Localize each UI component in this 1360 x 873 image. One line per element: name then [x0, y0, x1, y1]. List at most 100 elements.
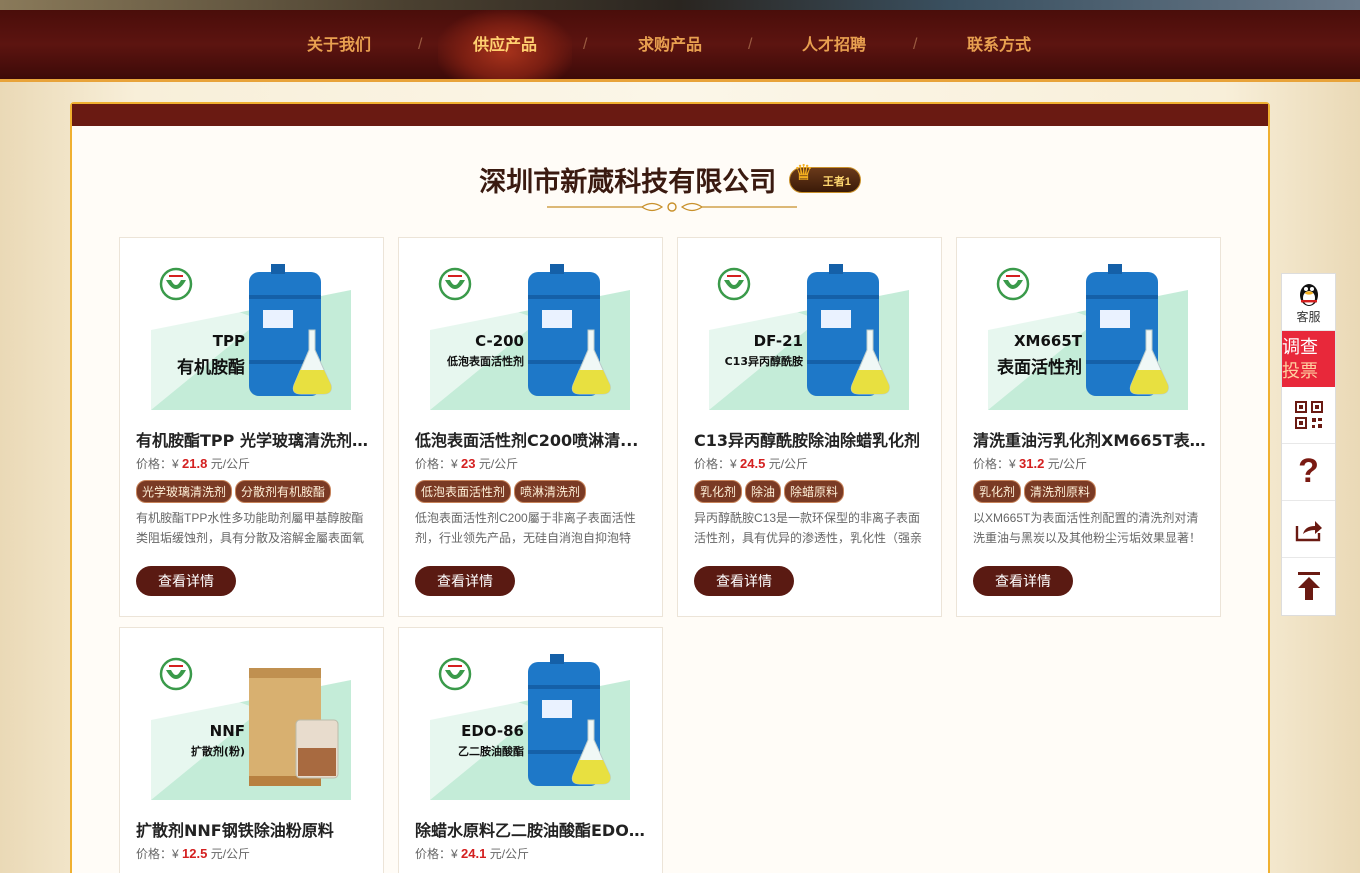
- price-unit: 元/公斤: [210, 457, 251, 471]
- company-header: 深圳市新蒇科技有限公司 ♛ 王者1: [72, 160, 1268, 199]
- nav-supply-products[interactable]: 供应产品: [438, 10, 572, 79]
- main-nav: 关于我们 / 供应产品 / 求购产品 / 人才招聘 / 联系方式: [0, 10, 1360, 82]
- product-image-name: 乙二胺油酸酯: [458, 745, 524, 758]
- product-price: 价格：¥ 21.8 元/公斤: [136, 455, 250, 472]
- qrcode-button[interactable]: [1282, 387, 1335, 444]
- price-value: 31.2: [1019, 456, 1045, 471]
- price-unit: 元/公斤: [1047, 457, 1088, 471]
- survey-vote-button[interactable]: 调查 投票: [1282, 331, 1335, 387]
- view-details-button[interactable]: 查看详情: [415, 566, 515, 596]
- product-title[interactable]: 低泡表面活性剂C200喷淋清...: [415, 427, 648, 451]
- qq-penguin-icon: [1300, 284, 1318, 306]
- product-price: 价格：¥ 12.5 元/公斤: [136, 845, 250, 862]
- product-tags: 低泡表面活性剂 喷淋清洗剂: [415, 480, 655, 503]
- price-value: 21.8: [182, 456, 208, 471]
- product-image[interactable]: XM665T 表面活性剂: [988, 260, 1188, 410]
- qrcode-icon: [1295, 401, 1323, 429]
- nav-contact[interactable]: 联系方式: [967, 10, 1031, 79]
- share-button[interactable]: [1282, 501, 1335, 558]
- product-description: 以XM665T为表面活性剂配置的清洗剂对清洗重油与黑炭以及其他粉尘污垢效果显著！: [973, 511, 1202, 545]
- product-tag[interactable]: 喷淋清洗剂: [514, 480, 587, 503]
- back-to-top-button[interactable]: [1282, 558, 1335, 615]
- product-price: 价格：¥ 23 元/公斤: [415, 455, 518, 472]
- rank-badge-text: 王者1: [822, 175, 851, 188]
- product-description: 低泡表面活性剂C200屬于非离子表面活性剂，行业领先产品，无硅自消泡自抑泡特: [415, 511, 636, 545]
- price-value: 23: [461, 456, 476, 471]
- help-icon: ?: [1298, 452, 1319, 490]
- product-title[interactable]: C13异丙醇酰胺除油除蜡乳化剂: [694, 427, 927, 451]
- product-tags: 光学玻璃清洗剂 分散剂有机胺酯: [136, 480, 376, 503]
- nav-separator: /: [418, 36, 423, 53]
- product-title[interactable]: 扩散剂NNF钢铁除油粉原料: [136, 817, 369, 841]
- product-title[interactable]: 除蜡水原料乙二胺油酸酯EDO86: [415, 817, 648, 841]
- nav-separator: /: [913, 36, 918, 53]
- product-image[interactable]: C-200 低泡表面活性剂: [430, 260, 630, 410]
- nav-recruitment[interactable]: 人才招聘: [802, 10, 866, 79]
- product-tags: 乳化剂 除油 除蜡原料: [694, 480, 934, 503]
- customer-service-label: 客服: [1296, 310, 1321, 324]
- nav-about[interactable]: 关于我们: [307, 10, 371, 79]
- customer-service-button[interactable]: 客服: [1282, 274, 1335, 331]
- price-value: 12.5: [182, 846, 208, 861]
- product-image-name: 低泡表面活性剂: [447, 355, 524, 368]
- product-image-code: EDO-86: [461, 722, 524, 740]
- price-unit: 元/公斤: [489, 847, 530, 861]
- product-image[interactable]: TPP 有机胺酯: [151, 260, 351, 410]
- product-image-code: DF-21: [753, 332, 803, 350]
- product-image-name: 扩散剂(粉): [190, 745, 245, 758]
- product-tag[interactable]: 分散剂有机胺酯: [235, 480, 332, 503]
- nav-separator: /: [748, 36, 753, 53]
- product-tags: 乳化剂 清洗剂原料: [973, 480, 1213, 503]
- title-ornament: [547, 202, 797, 212]
- price-label: 价格：¥: [694, 457, 737, 471]
- header-banner-strip: [0, 0, 1360, 10]
- product-image-name: 有机胺酯: [177, 358, 245, 378]
- product-title[interactable]: 有机胺酯TPP 光学玻璃清洗剂...: [136, 427, 369, 451]
- vote-label-line2: 投票: [1282, 361, 1318, 381]
- company-name[interactable]: 深圳市新蒇科技有限公司: [479, 167, 776, 198]
- panel-header-bar: [72, 104, 1268, 126]
- price-unit: 元/公斤: [478, 457, 519, 471]
- product-tag[interactable]: 光学玻璃清洗剂: [136, 480, 233, 503]
- rank-badge: ♛ 王者1: [788, 160, 861, 193]
- nav-separator: /: [583, 36, 588, 53]
- product-card[interactable]: TPP 有机胺酯 有机胺酯TPP 光学玻璃清洗剂... 价格：¥ 21.8 元/…: [119, 237, 384, 617]
- product-card[interactable]: DF-21 C13异丙醇酰胺 C13异丙醇酰胺除油除蜡乳化剂 价格：¥ 24.5…: [677, 237, 942, 617]
- product-card[interactable]: C-200 低泡表面活性剂 低泡表面活性剂C200喷淋清... 价格：¥ 23 …: [398, 237, 663, 617]
- nav-purchase-products[interactable]: 求购产品: [638, 10, 702, 79]
- product-tag[interactable]: 乳化剂: [694, 480, 743, 503]
- price-unit: 元/公斤: [768, 457, 809, 471]
- product-card[interactable]: NNF 扩散剂(粉) 扩散剂NNF钢铁除油粉原料 价格：¥ 12.5 元/公斤: [119, 627, 384, 873]
- view-details-button[interactable]: 查看详情: [136, 566, 236, 596]
- product-image[interactable]: DF-21 C13异丙醇酰胺: [709, 260, 909, 410]
- floating-sidebar: 客服 调查 投票 ?: [1281, 273, 1336, 616]
- price-label: 价格：¥: [415, 847, 458, 861]
- product-card[interactable]: XM665T 表面活性剂 清洗重油污乳化剂XM665T表... 价格：¥ 31.…: [956, 237, 1221, 617]
- product-price: 价格：¥ 24.5 元/公斤: [694, 455, 808, 472]
- product-image[interactable]: EDO-86 乙二胺油酸酯: [430, 650, 630, 800]
- product-image-code: NNF: [209, 722, 245, 740]
- help-button[interactable]: ?: [1282, 444, 1335, 501]
- product-tag[interactable]: 清洗剂原料: [1024, 480, 1097, 503]
- price-label: 价格：¥: [136, 457, 179, 471]
- product-price: 价格：¥ 31.2 元/公斤: [973, 455, 1087, 472]
- product-tag[interactable]: 低泡表面活性剂: [415, 480, 512, 503]
- arrow-up-icon: [1298, 572, 1320, 600]
- product-description: 有机胺酯TPP水性多功能助剂屬甲基醇胺酯类阻垢缓蚀剂，具有分散及溶解金屬表面氧: [136, 511, 365, 545]
- product-image-code: TPP: [212, 332, 245, 350]
- view-details-button[interactable]: 查看详情: [694, 566, 794, 596]
- product-description: 异丙醇酰胺C13是一款环保型的非离子表面活性剂，具有优异的渗透性，乳化性（强亲: [694, 511, 923, 545]
- price-label: 价格：¥: [136, 847, 179, 861]
- product-tag[interactable]: 除蜡原料: [784, 480, 845, 503]
- product-tag[interactable]: 乳化剂: [973, 480, 1022, 503]
- product-image[interactable]: NNF 扩散剂(粉): [151, 650, 351, 800]
- price-unit: 元/公斤: [210, 847, 251, 861]
- product-image-code: C-200: [475, 332, 524, 350]
- product-price: 价格：¥ 24.1 元/公斤: [415, 845, 529, 862]
- share-icon: [1295, 521, 1322, 542]
- product-title[interactable]: 清洗重油污乳化剂XM665T表...: [973, 427, 1206, 451]
- product-card[interactable]: EDO-86 乙二胺油酸酯 除蜡水原料乙二胺油酸酯EDO86 价格：¥ 24.1…: [398, 627, 663, 873]
- view-details-button[interactable]: 查看详情: [973, 566, 1073, 596]
- product-tag[interactable]: 除油: [745, 480, 782, 503]
- product-image-name: C13异丙醇酰胺: [724, 355, 803, 368]
